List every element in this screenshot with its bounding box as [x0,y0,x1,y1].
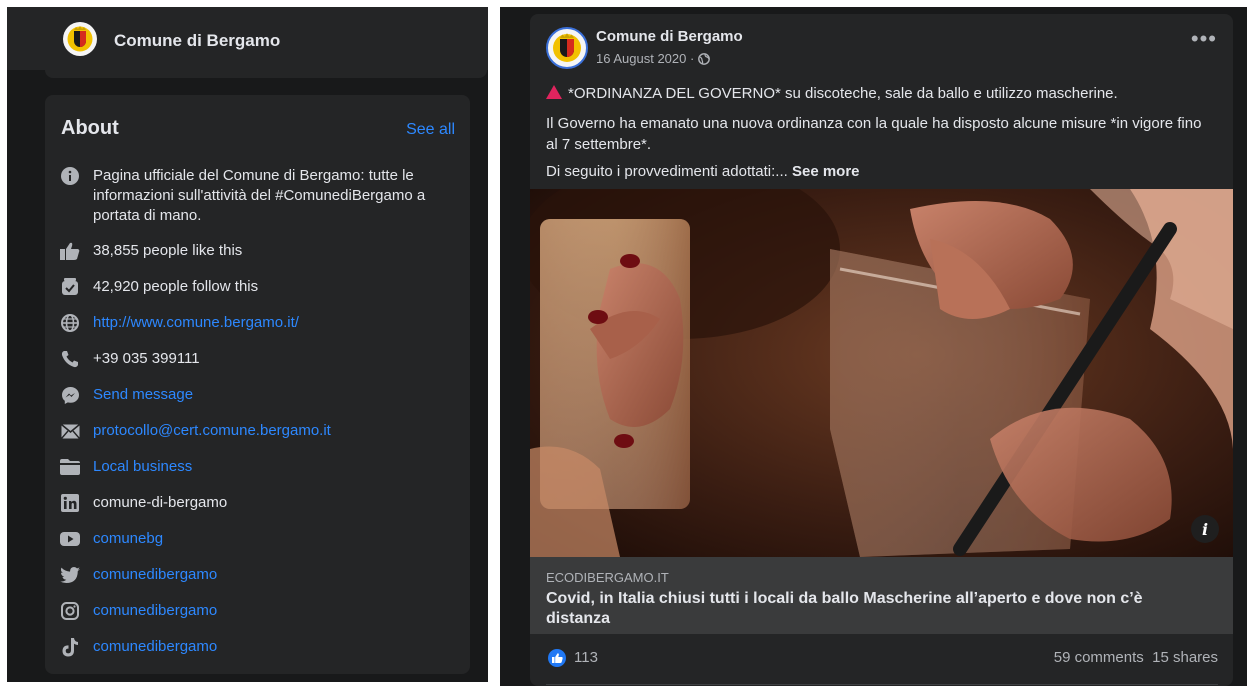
send-message-link[interactable]: Send message [93,385,193,405]
about-instagram-row[interactable]: comunedibergamo [59,601,459,621]
city-logo-icon[interactable] [62,21,98,57]
about-youtube-row[interactable]: comunebg [59,529,459,549]
like-reaction-icon[interactable] [548,649,566,667]
globe-icon [59,313,81,333]
globe-icon [698,52,711,65]
post-text-teaser: Di seguito i provvedimenti adottati:... [546,163,788,180]
post-date[interactable]: 16 August 2020 · [596,51,694,66]
post-options-button[interactable]: ••• [1191,28,1217,50]
about-phone-row: +39 035 399111 [59,349,459,369]
post-headline-text: *ORDINANZA DEL GOVERNO* su discoteche, s… [568,85,1118,102]
category-link[interactable]: Local business [93,457,192,477]
comments-count[interactable]: 59 comments [1054,649,1144,666]
phone-icon [59,349,81,369]
header-card-edge [45,70,487,78]
info-icon [59,166,81,186]
post-meta: 16 August 2020 · [596,51,711,66]
page-header: Comune di Bergamo [7,7,488,70]
messenger-icon [59,385,81,405]
website-link[interactable]: http://www.comune.bergamo.it/ [93,313,299,333]
post-text-line-3: Di seguito i provvedimenti adottati:... … [546,161,1216,182]
follows-count: 42,920 people follow this [93,278,259,295]
envelope-icon [59,421,81,441]
about-message-row[interactable]: Send message [59,385,459,405]
thumbs-up-icon [59,241,81,261]
tiktok-link[interactable]: comunedibergamo [93,637,217,657]
about-email-row[interactable]: protocollo@cert.comune.bergamo.it [59,421,459,441]
see-more-button[interactable]: See more [792,163,860,180]
follow-icon [59,277,81,297]
page-sidebar-panel: Comune di Bergamo About See all Pagina u… [7,7,488,682]
warning-triangle-icon [546,85,562,99]
reactions-bar: 113 59 comments 15 shares [546,647,1218,675]
about-title: About [61,117,119,139]
link-headline[interactable]: Covid, in Italia chiusi tutti i locali d… [546,589,1206,629]
engagement-stats: 59 comments 15 shares [1054,649,1218,666]
instagram-icon [59,601,81,621]
post-author[interactable]: Comune di Bergamo [596,28,743,45]
page-avatar-icon[interactable] [546,27,588,69]
youtube-link[interactable]: comunebg [93,529,163,549]
post-card: Comune di Bergamo 16 August 2020 · ••• *… [530,14,1233,686]
about-description-row: Pagina ufficiale del Comune di Bergamo: … [59,166,459,226]
likes-count: 38,855 people like this [93,242,243,259]
about-website-row[interactable]: http://www.comune.bergamo.it/ [59,313,459,333]
about-card: About See all Pagina ufficiale del Comun… [45,95,470,674]
drinks-photo [530,189,1233,557]
about-follows-row: 42,920 people follow this [59,277,459,297]
see-all-link[interactable]: See all [406,121,455,139]
youtube-icon [59,529,81,549]
tiktok-icon [59,637,81,657]
about-likes-row: 38,855 people like this [59,241,459,261]
post-image[interactable]: i [530,189,1233,557]
feed-panel: Comune di Bergamo 16 August 2020 · ••• *… [500,7,1247,686]
reactions-count[interactable]: 113 [574,649,598,666]
link-preview[interactable]: ECODIBERGAMO.IT Covid, in Italia chiusi … [530,557,1233,634]
folder-icon [59,457,81,477]
info-icon[interactable]: i [1191,515,1219,543]
twitter-icon [59,565,81,585]
about-tiktok-row[interactable]: comunedibergamo [59,637,459,657]
linkedin-icon [59,493,81,513]
about-description: Pagina ufficiale del Comune di Bergamo: … [93,167,426,224]
link-domain: ECODIBERGAMO.IT [546,570,669,585]
about-linkedin-row: comune-di-bergamo [59,493,459,513]
post-text-line-2: Il Governo ha emanato una nuova ordinanz… [546,115,1202,153]
divider [546,684,1218,685]
post-text-line-1: *ORDINANZA DEL GOVERNO* su discoteche, s… [546,83,1216,104]
about-twitter-row[interactable]: comunedibergamo [59,565,459,585]
page-name[interactable]: Comune di Bergamo [114,31,280,51]
linkedin-handle: comune-di-bergamo [93,494,228,511]
instagram-link[interactable]: comunedibergamo [93,601,217,621]
about-category-row[interactable]: Local business [59,457,459,477]
shares-count[interactable]: 15 shares [1152,649,1218,666]
phone-number: +39 035 399111 [93,350,200,367]
twitter-link[interactable]: comunedibergamo [93,565,217,585]
email-link[interactable]: protocollo@cert.comune.bergamo.it [93,421,331,441]
